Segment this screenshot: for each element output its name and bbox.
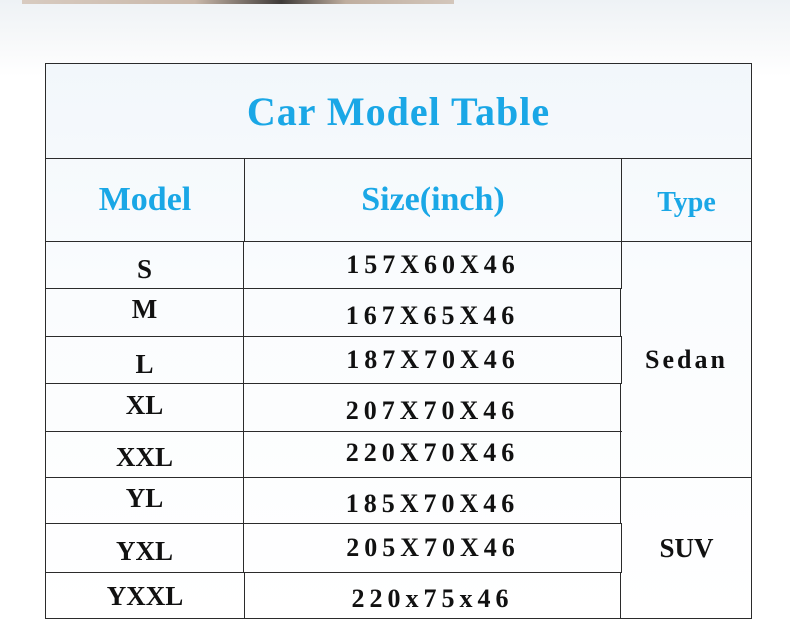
model-cell: YL [46,478,244,523]
size-cell: 157X60X46 [245,242,622,288]
type-cell-suv: SUV [659,533,714,563]
size-cell: 187X70X46 [245,337,622,383]
model-cell: XXL [46,432,244,477]
table-row: XXL 220X70X46 [46,432,622,477]
table-row: L 187X70X46 [46,337,622,383]
size-cell: 185X70X46 [245,478,621,523]
table-title-row: Car Model Table [46,64,751,159]
table-row: S 157X60X46 [46,242,622,288]
model-cell: YXL [46,524,244,572]
type-cell-sedan: Sedan [645,344,728,374]
table-title: Car Model Table [246,88,551,134]
table-row: M 167X65X46 [46,289,622,336]
size-cell: 205X70X46 [245,524,622,572]
size-cell: 220x75x46 [245,573,621,619]
size-cell: 167X65X46 [245,289,621,336]
table-header-row: Model Size(inch) Type [46,159,751,242]
model-cell: YXXL [46,573,245,619]
table-row: YXXL 220x75x46 [46,573,622,619]
model-cell: L [46,337,244,383]
header-type: Type [657,187,716,218]
header-model: Model [46,159,245,241]
model-cell: XL [46,384,244,431]
table-row: YXL 205X70X46 [46,524,622,572]
model-cell: M [46,289,244,336]
size-cell: 207X70X46 [245,384,621,431]
product-photo-edge [22,0,454,4]
table-body: S 157X60X46 M 167X65X46 L 187X70X46 XL 2… [46,242,751,619]
size-cell: 220X70X46 [245,432,621,477]
table-row: XL 207X70X46 [46,384,622,431]
table-row: YL 185X70X46 [46,478,622,523]
model-cell: S [46,242,244,288]
car-model-table: Car Model Table Model Size(inch) Type S … [45,63,752,619]
header-size: Size(inch) [245,159,622,241]
